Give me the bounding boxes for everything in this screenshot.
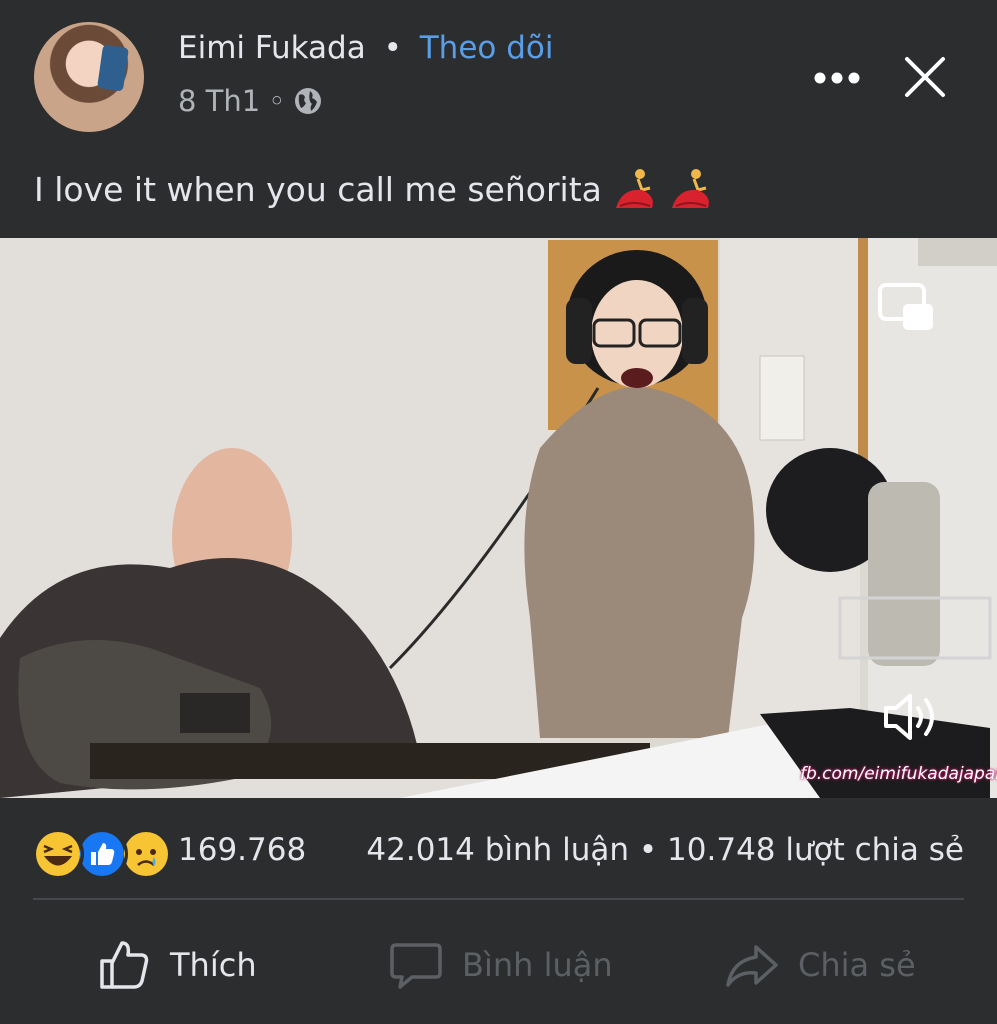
comments-shares-count[interactable]: 42.014 bình luận • 10.748 lượt chia sẻ <box>366 832 964 868</box>
action-bar: Thích Bình luận Chia sẻ <box>0 920 997 1010</box>
comment-label: Bình luận <box>462 946 613 984</box>
dancer-emoji <box>671 169 709 208</box>
more-options-icon[interactable] <box>812 60 862 96</box>
avatar-phone <box>97 44 129 92</box>
post-caption: I love it when you call me señorita <box>34 166 714 212</box>
speaker-icon[interactable] <box>880 688 942 746</box>
video-watermark: fb.com/eimifukadajapan <box>800 764 997 784</box>
picture-in-picture-icon[interactable] <box>877 282 935 332</box>
divider <box>33 898 964 900</box>
caption-text: I love it when you call me señorita <box>34 169 602 209</box>
like-label: Thích <box>170 946 257 984</box>
reaction-count[interactable]: 169.768 <box>178 832 306 868</box>
follow-button[interactable]: Theo dõi <box>420 30 554 66</box>
like-button[interactable]: Thích <box>96 930 257 1000</box>
video-frame <box>0 238 997 798</box>
meta-separator: ◦ <box>268 84 286 118</box>
share-arrow-icon <box>726 945 778 987</box>
author-line: Eimi Fukada • Theo dõi <box>178 30 553 66</box>
reaction-icons[interactable] <box>32 828 172 880</box>
author-name[interactable]: Eimi Fukada <box>178 30 366 66</box>
laughing-emoji <box>32 828 84 880</box>
globe-icon <box>295 88 322 114</box>
dancer-emoji <box>615 169 653 208</box>
post-stats: 169.768 42.014 bình luận • 10.748 lượt c… <box>0 820 997 880</box>
close-icon[interactable] <box>903 55 947 99</box>
comment-icon <box>390 943 442 989</box>
thumbs-up-icon <box>100 941 149 989</box>
share-label: Chia sẻ <box>798 946 916 984</box>
comment-button[interactable]: Bình luận <box>388 930 613 1000</box>
post-date[interactable]: 8 Th1 <box>178 84 260 118</box>
author-avatar[interactable] <box>34 22 144 132</box>
post-header: Eimi Fukada • Theo dõi 8 Th1 ◦ <box>0 0 997 140</box>
video-player[interactable]: fb.com/eimifukadajapan <box>0 238 997 798</box>
post-meta: 8 Th1 ◦ <box>178 84 323 118</box>
share-button[interactable]: Chia sẻ <box>724 930 916 1000</box>
author-separator: • <box>383 30 402 66</box>
